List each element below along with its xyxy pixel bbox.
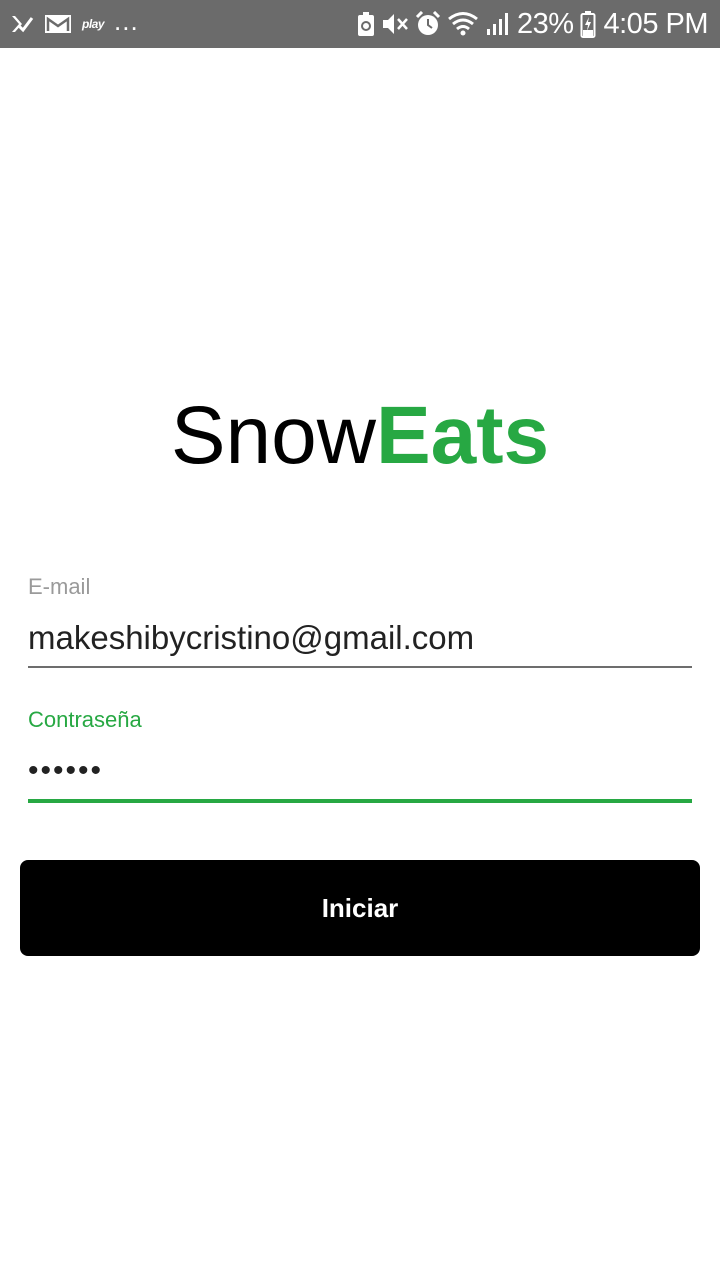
password-underline [28,799,692,803]
mute-icon [381,11,409,37]
battery-saver-icon [357,11,375,37]
password-label: Contraseña [28,707,142,732]
email-label: E-mail [28,574,91,599]
status-bar: play ... 23% 4:05 PM [0,0,720,48]
password-input[interactable]: •••••• [28,733,692,799]
play-music-icon: play [82,17,105,31]
status-bar-right: 23% 4:05 PM [351,8,708,41]
check-notification-icon [10,13,34,35]
email-input[interactable]: makeshibycristino@gmail.com [28,600,692,666]
alarm-icon [415,11,441,37]
signal-icon [485,11,511,37]
password-field[interactable]: Contraseña •••••• [28,707,692,803]
status-bar-left: play ... [10,6,149,36]
logo-text-eats: Eats [375,390,550,481]
login-button[interactable]: Iniciar [20,860,700,956]
battery-icon [580,10,596,38]
more-notifications-indicator: ... [114,6,139,36]
gmail-icon [44,13,72,35]
battery-percent: 23% [516,7,574,40]
app-logo: SnowEats [0,388,720,484]
logo-text-snow: Snow [170,390,376,481]
clock: 4:05 PM [603,7,709,40]
wifi-icon [447,11,479,37]
email-underline [28,666,692,668]
email-field[interactable]: E-mail makeshibycristino@gmail.com [28,574,692,668]
